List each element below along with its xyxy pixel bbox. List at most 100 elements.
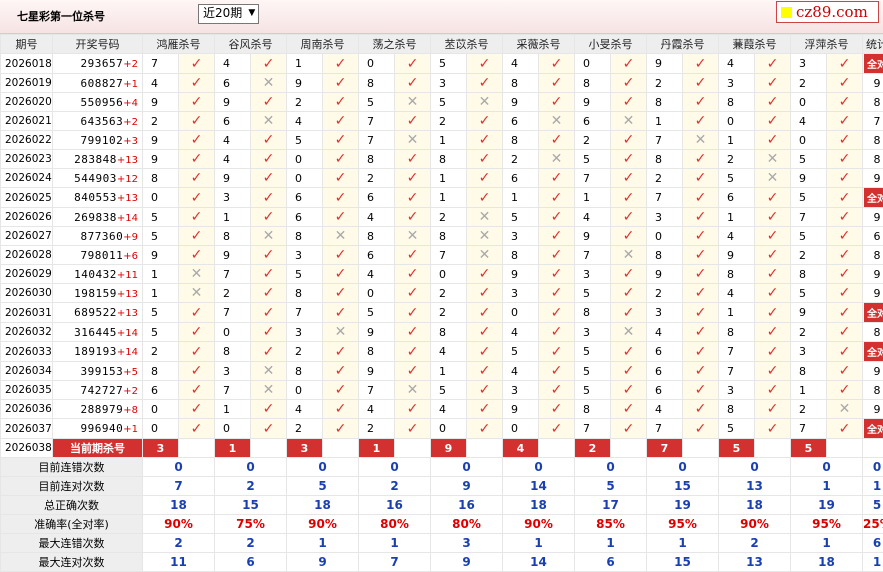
all-right-badge: 全对: [864, 54, 883, 73]
table-row: 2026033189193+142✓8✓2✓8✓4✓5✓5✓6✓7✓3✓全对: [1, 342, 883, 362]
period-cell: 2026026: [1, 208, 53, 227]
kill-value: 1: [719, 131, 755, 150]
summary-value: 1: [359, 534, 431, 553]
kill-value: 8: [143, 362, 179, 381]
kill-value: 0: [575, 54, 611, 74]
draw-number: 877360: [81, 230, 124, 243]
cross-mark-icon: ✕: [251, 227, 287, 246]
kill-value: 3: [431, 74, 467, 93]
kill-value: 1: [719, 303, 755, 323]
kill-value: 8: [647, 246, 683, 265]
table-row: 2026026269838+145✓1✓6✓4✓2✕5✓4✓3✓1✓7✓9: [1, 208, 883, 227]
blank-cell: [755, 439, 791, 458]
kill-value: 8: [287, 227, 323, 246]
kill-value: 6: [359, 246, 395, 265]
check-mark-icon: ✓: [323, 131, 359, 150]
blank-cell: [827, 439, 863, 458]
kill-value: 0: [287, 169, 323, 188]
kill-value: 5: [359, 93, 395, 112]
summary-value: 14: [503, 477, 575, 496]
kill-value: 3: [503, 227, 539, 246]
kill-value: 8: [215, 342, 251, 362]
column-header: 谷风杀号: [215, 35, 287, 54]
kill-value: 8: [647, 93, 683, 112]
summary-value: 1: [287, 534, 359, 553]
check-mark-icon: ✓: [179, 131, 215, 150]
cross-mark-icon: ✕: [179, 284, 215, 303]
check-mark-icon: ✓: [827, 227, 863, 246]
kill-value: 4: [431, 400, 467, 419]
check-mark-icon: ✓: [467, 381, 503, 400]
check-mark-icon: ✓: [539, 303, 575, 323]
table-header-row: 期号开奖号码鸿雁杀号谷风杀号周南杀号荡之杀号苤苡杀号采薇杀号小旻杀号丹霞杀号蒹葭…: [1, 35, 883, 54]
brand-text: cz89.com: [796, 3, 868, 21]
kill-value: 3: [287, 246, 323, 265]
kill-value: 6: [575, 112, 611, 131]
kill-value: 7: [215, 381, 251, 400]
kill-value: 6: [143, 381, 179, 400]
check-mark-icon: ✓: [755, 419, 791, 439]
kill-value: 0: [647, 227, 683, 246]
kill-value: 5: [575, 362, 611, 381]
table-row: 2026029140432+111✕7✓5✓4✓0✓9✓3✓9✓8✓8✓9: [1, 265, 883, 284]
current-kill-value: 4: [503, 439, 539, 458]
kill-value: 7: [215, 303, 251, 323]
table-row: 2026021643563+22✓6✕4✓7✓2✓6✕6✕1✓0✓4✓7: [1, 112, 883, 131]
summary-value: 1: [575, 534, 647, 553]
chevron-down-icon: ▼: [248, 5, 255, 21]
column-header: 蒹葭杀号: [719, 35, 791, 54]
check-mark-icon: ✓: [755, 303, 791, 323]
kill-value: 0: [215, 323, 251, 342]
draw-bonus: +11: [117, 270, 138, 281]
kill-value: 1: [791, 381, 827, 400]
draw-bonus: +4: [123, 98, 138, 109]
kill-value: 5: [287, 131, 323, 150]
cross-mark-icon: ✕: [611, 246, 647, 265]
draw-number-cell: 189193+14: [53, 342, 143, 362]
check-mark-icon: ✓: [539, 227, 575, 246]
kill-value: 5: [791, 188, 827, 208]
check-mark-icon: ✓: [467, 74, 503, 93]
current-kill-value: 1: [359, 439, 395, 458]
check-mark-icon: ✓: [251, 131, 287, 150]
cross-mark-icon: ✕: [467, 208, 503, 227]
summary-value: 6: [215, 553, 287, 572]
draw-number-cell: 798011+6: [53, 246, 143, 265]
summary-value: 90%: [143, 515, 215, 534]
kill-value: 9: [575, 227, 611, 246]
kill-value: 5: [575, 342, 611, 362]
cross-mark-icon: ✕: [539, 112, 575, 131]
check-mark-icon: ✓: [395, 303, 431, 323]
brand-logo[interactable]: cz89.com: [776, 1, 879, 23]
check-mark-icon: ✓: [179, 74, 215, 93]
kill-value: 6: [287, 208, 323, 227]
check-mark-icon: ✓: [539, 419, 575, 439]
draw-bonus: +3: [123, 136, 138, 147]
table-row: 2026036288979+80✓1✓4✓4✓4✓9✓8✓4✓8✓2✕9: [1, 400, 883, 419]
kill-value: 0: [287, 381, 323, 400]
kill-value: 9: [215, 246, 251, 265]
summary-value: 11: [143, 553, 215, 572]
column-header: 苤苡杀号: [431, 35, 503, 54]
cross-mark-icon: ✕: [395, 93, 431, 112]
kill-value: 8: [719, 93, 755, 112]
summary-row: 最大连对次数1169791461513181: [1, 553, 883, 572]
period-cell: 2026036: [1, 400, 53, 419]
kill-value: 0: [359, 284, 395, 303]
period-select[interactable]: 近20期 ▼: [198, 4, 259, 24]
kill-value: 4: [143, 74, 179, 93]
column-header: 小旻杀号: [575, 35, 647, 54]
kill-value: 1: [143, 284, 179, 303]
draw-number-cell: 198159+13: [53, 284, 143, 303]
kill-value: 4: [215, 131, 251, 150]
kill-value: 8: [359, 342, 395, 362]
period-cell: 2026030: [1, 284, 53, 303]
check-mark-icon: ✓: [467, 112, 503, 131]
kill-value: 2: [647, 169, 683, 188]
draw-number-cell: 293657+2: [53, 54, 143, 74]
check-mark-icon: ✓: [251, 303, 287, 323]
draw-number-cell: 288979+8: [53, 400, 143, 419]
kill-value: 9: [575, 93, 611, 112]
check-mark-icon: ✓: [827, 362, 863, 381]
kill-value: 9: [791, 169, 827, 188]
